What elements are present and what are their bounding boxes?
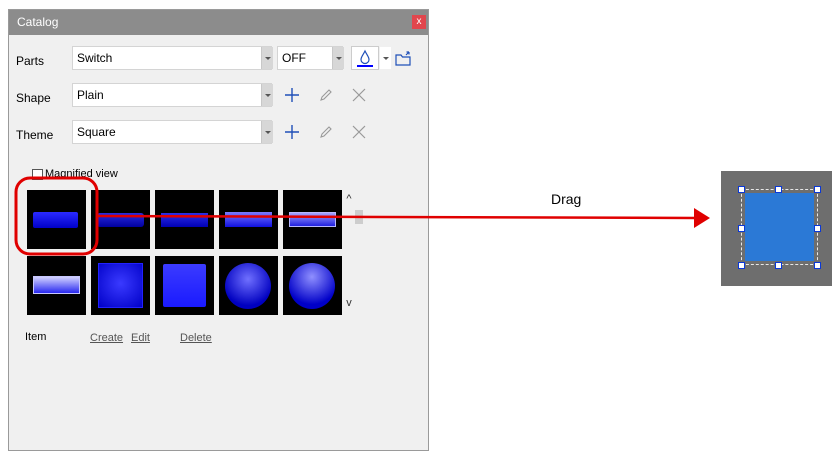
close-button[interactable]: x [412, 15, 426, 29]
gallery-item[interactable] [155, 190, 214, 249]
catalog-window: Catalog x Parts Switch OFF Shape Plain T [8, 9, 429, 451]
gallery-item[interactable] [91, 256, 150, 315]
resize-handle[interactable] [775, 186, 782, 193]
folder-icon [395, 51, 411, 66]
theme-select[interactable]: Square [72, 120, 272, 144]
shape-dropdown-arrow[interactable] [261, 84, 273, 106]
edit-link[interactable]: Edit [131, 332, 150, 344]
color-dropdown-arrow[interactable] [380, 47, 391, 69]
gallery-item[interactable] [27, 190, 86, 249]
color-drop-icon [357, 49, 373, 67]
open-folder-button[interactable] [393, 48, 415, 70]
state-dropdown-arrow[interactable] [332, 47, 344, 69]
state-select-value: OFF [282, 51, 306, 65]
pencil-icon [320, 89, 332, 101]
resize-handle[interactable] [775, 262, 782, 269]
delete-theme-button[interactable] [347, 120, 371, 144]
resize-handle[interactable] [814, 186, 821, 193]
delete-x-icon [352, 125, 366, 139]
color-button[interactable] [351, 46, 379, 70]
shape-select-value: Plain [77, 88, 104, 102]
add-shape-button[interactable] [280, 83, 304, 107]
theme-dropdown-arrow[interactable] [261, 121, 273, 143]
delete-link[interactable]: Delete [180, 332, 212, 344]
edit-theme-button[interactable] [314, 120, 338, 144]
gallery-scroll-up[interactable]: ^ [343, 193, 355, 205]
shape-select[interactable]: Plain [72, 83, 272, 107]
window-title: Catalog [17, 15, 59, 29]
gallery-item[interactable] [219, 190, 278, 249]
create-link[interactable]: Create [90, 332, 123, 344]
gallery-item[interactable] [27, 256, 86, 315]
parts-dropdown-arrow[interactable] [261, 47, 273, 69]
magnified-view-label: Magnified view [45, 168, 118, 180]
plus-icon [285, 88, 299, 102]
gallery-item[interactable] [283, 190, 342, 249]
shape-label: Shape [16, 91, 51, 105]
resize-handle[interactable] [814, 225, 821, 232]
add-theme-button[interactable] [280, 120, 304, 144]
resize-handle[interactable] [738, 262, 745, 269]
title-bar: Catalog x [9, 10, 428, 35]
magnified-view-checkbox[interactable] [32, 169, 43, 180]
gallery-scroll-thumb[interactable] [355, 210, 363, 224]
pencil-icon [320, 126, 332, 138]
resize-handle[interactable] [738, 225, 745, 232]
resize-handle[interactable] [814, 262, 821, 269]
delete-shape-button[interactable] [347, 83, 371, 107]
parts-select[interactable]: Switch [72, 46, 272, 70]
placed-switch-part[interactable] [745, 193, 814, 261]
gallery-item[interactable] [219, 256, 278, 315]
gallery-scroll-down[interactable]: v [343, 297, 355, 309]
parts-select-value: Switch [77, 51, 113, 65]
item-label: Item [25, 331, 47, 343]
theme-label: Theme [16, 128, 54, 142]
resize-handle[interactable] [738, 186, 745, 193]
theme-select-value: Square [77, 125, 116, 139]
drag-label: Drag [551, 191, 582, 207]
parts-label: Parts [16, 54, 45, 68]
gallery-item[interactable] [91, 190, 150, 249]
plus-icon [285, 125, 299, 139]
delete-x-icon [352, 88, 366, 102]
gallery-item[interactable] [155, 256, 214, 315]
drag-arrow-head [694, 208, 710, 228]
placed-part-frame[interactable] [741, 189, 818, 265]
edit-shape-button[interactable] [314, 83, 338, 107]
gallery-item[interactable] [283, 256, 342, 315]
screen-canvas[interactable] [721, 171, 832, 286]
